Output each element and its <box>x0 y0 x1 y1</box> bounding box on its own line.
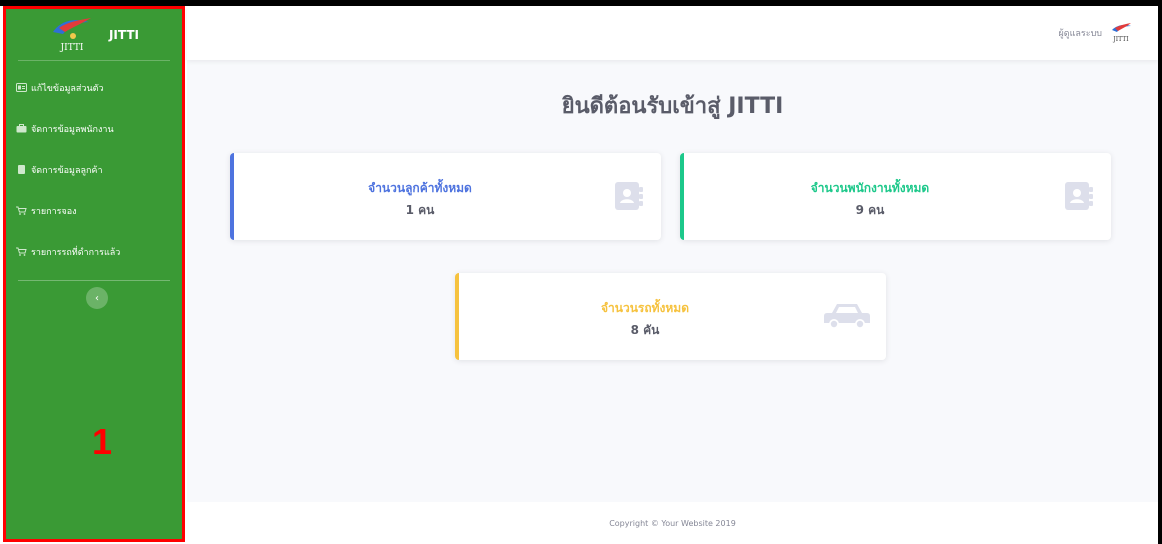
car-icon <box>823 301 871 335</box>
brand-name: JITTI <box>108 27 140 42</box>
sidebar-item-label: รายการจอง <box>31 206 77 217</box>
cart-icon <box>16 206 27 215</box>
sidebar-item-label: จัดการข้อมูลลูกค้า <box>31 165 103 176</box>
briefcase-icon <box>16 124 27 133</box>
page-title: ยินดีต้อนรับเข้าสู่ JITTI <box>561 94 784 119</box>
address-book-icon <box>1062 180 1094 216</box>
sidebar-toggle-button[interactable]: ‹ <box>86 287 108 309</box>
card-label: จำนวนพนักงานทั้งหมด <box>810 181 930 195</box>
card-label: จำนวนรถทั้งหมด <box>600 301 689 315</box>
card-value: 9 คน <box>855 203 885 217</box>
frame-right <box>1158 0 1162 544</box>
cart-icon <box>16 247 27 256</box>
sidebar-brand[interactable]: JITTI JITTI <box>18 9 170 61</box>
sidebar-item-label: แก้ไขข้อมูลส่วนตัว <box>31 83 104 94</box>
user-avatar-icon[interactable]: JITTI <box>1110 22 1132 44</box>
sidebar-item-edit-profile[interactable]: แก้ไขข้อมูลส่วนตัว <box>6 67 182 108</box>
svg-text:JITTI: JITTI <box>60 43 84 53</box>
jitti-logo-icon: JITTI <box>49 14 95 56</box>
footer: Copyright © Your Website 2019 <box>187 502 1158 544</box>
chevron-left-icon: ‹ <box>95 292 99 304</box>
sidebar-item-label: จัดการข้อมูลพนักงาน <box>31 124 114 135</box>
annotation-number: 1 <box>92 421 113 462</box>
car-count-card: จำนวนรถทั้งหมด 8 คัน <box>455 273 886 360</box>
sidebar-item-manage-customers[interactable]: จัดการข้อมูลลูกค้า <box>6 149 182 190</box>
id-card-icon <box>16 83 27 92</box>
copyright-text: Copyright © Your Website 2019 <box>609 518 736 528</box>
card-value: 1 คน <box>405 203 435 217</box>
svg-text:JITTI: JITTI <box>1112 36 1129 43</box>
sidebar-divider <box>18 280 170 281</box>
sidebar-item-label: รายการรถที่ดำการแล้ว <box>31 247 121 258</box>
sidebar-item-completed-cars[interactable]: รายการรถที่ดำการแล้ว <box>6 231 182 272</box>
file-icon <box>16 165 27 174</box>
address-book-icon <box>612 180 644 216</box>
sidebar-item-bookings[interactable]: รายการจอง <box>6 190 182 231</box>
sidebar-nav: แก้ไขข้อมูลส่วนตัว จัดการข้อมูลพนักงาน จ… <box>6 61 182 272</box>
sidebar: JITTI JITTI แก้ไขข้อมูลส่วนตัว จัดการข้อ… <box>3 6 185 542</box>
user-name[interactable]: ผู้ดูแลระบบ <box>1058 26 1102 40</box>
card-value: 8 คัน <box>630 323 660 337</box>
card-label: จำนวนลูกค้าทั้งหมด <box>368 181 472 195</box>
main-content: ผู้ดูแลระบบ JITTI ยินดีต้อนรับเข้าสู่ JI… <box>187 6 1158 544</box>
topbar: ผู้ดูแลระบบ JITTI <box>187 6 1158 60</box>
sidebar-item-manage-employees[interactable]: จัดการข้อมูลพนักงาน <box>6 108 182 149</box>
customer-count-card: จำนวนลูกค้าทั้งหมด 1 คน <box>230 153 661 240</box>
employee-count-card: จำนวนพนักงานทั้งหมด 9 คน <box>680 153 1111 240</box>
